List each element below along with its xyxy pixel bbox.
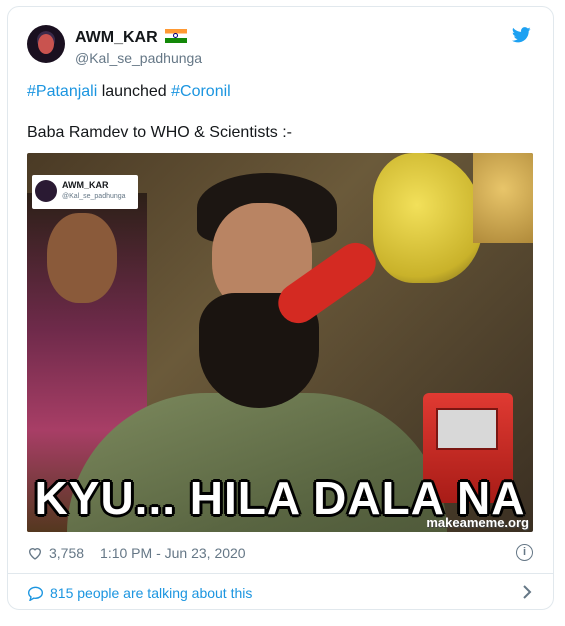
background-woman-head	[47, 213, 117, 303]
india-flag-icon	[164, 29, 187, 43]
tweet-card: AWM_KAR @Kal_se_padhunga #Patanjali laun…	[7, 6, 554, 610]
tweet-text-line-2: Baba Ramdev to WHO & Scientists :-	[27, 124, 292, 141]
payphone-keypad	[436, 408, 498, 450]
watermark-avatar	[35, 180, 57, 202]
tweet-text-mid: launched	[97, 83, 172, 100]
tweet-timestamp[interactable]: 1:10 PM - Jun 23, 2020	[100, 545, 246, 561]
watermark-name: AWM_KAR	[62, 180, 109, 190]
watermark-tweet-badge: AWM_KAR @Kal_se_padhunga	[32, 175, 138, 209]
divider	[8, 573, 553, 574]
hashtag-patanjali[interactable]: #Patanjali	[27, 83, 97, 100]
info-icon[interactable]: i	[516, 544, 533, 561]
tweet-text-line-1: #Patanjali launched #Coronil	[27, 83, 231, 101]
author-handle[interactable]: @Kal_se_padhunga	[75, 50, 202, 66]
watermark-handle: @Kal_se_padhunga	[62, 193, 126, 200]
snacks	[473, 153, 533, 243]
speech-bubble-icon	[27, 586, 44, 601]
meme-image[interactable]: AWM_KAR @Kal_se_padhunga KYU... HILA DAL…	[27, 153, 533, 532]
bananas	[373, 153, 483, 283]
heart-icon[interactable]	[27, 545, 43, 561]
generator-watermark: makeameme.org	[426, 515, 529, 530]
author-name-row[interactable]: AWM_KAR	[75, 29, 187, 47]
chevron-right-icon[interactable]	[521, 585, 533, 599]
avatar-face	[38, 34, 54, 54]
tweet-meta: 3,758 1:10 PM - Jun 23, 2020	[27, 545, 246, 561]
author-avatar[interactable]	[27, 25, 65, 63]
conversation-link[interactable]: 815 people are talking about this	[27, 585, 252, 601]
talking-count-text[interactable]: 815 people are talking about this	[50, 585, 252, 601]
author-name[interactable]: AWM_KAR	[75, 29, 158, 46]
hashtag-coronil[interactable]: #Coronil	[171, 83, 231, 100]
twitter-bird-icon[interactable]	[512, 27, 531, 43]
like-count[interactable]: 3,758	[49, 545, 84, 561]
